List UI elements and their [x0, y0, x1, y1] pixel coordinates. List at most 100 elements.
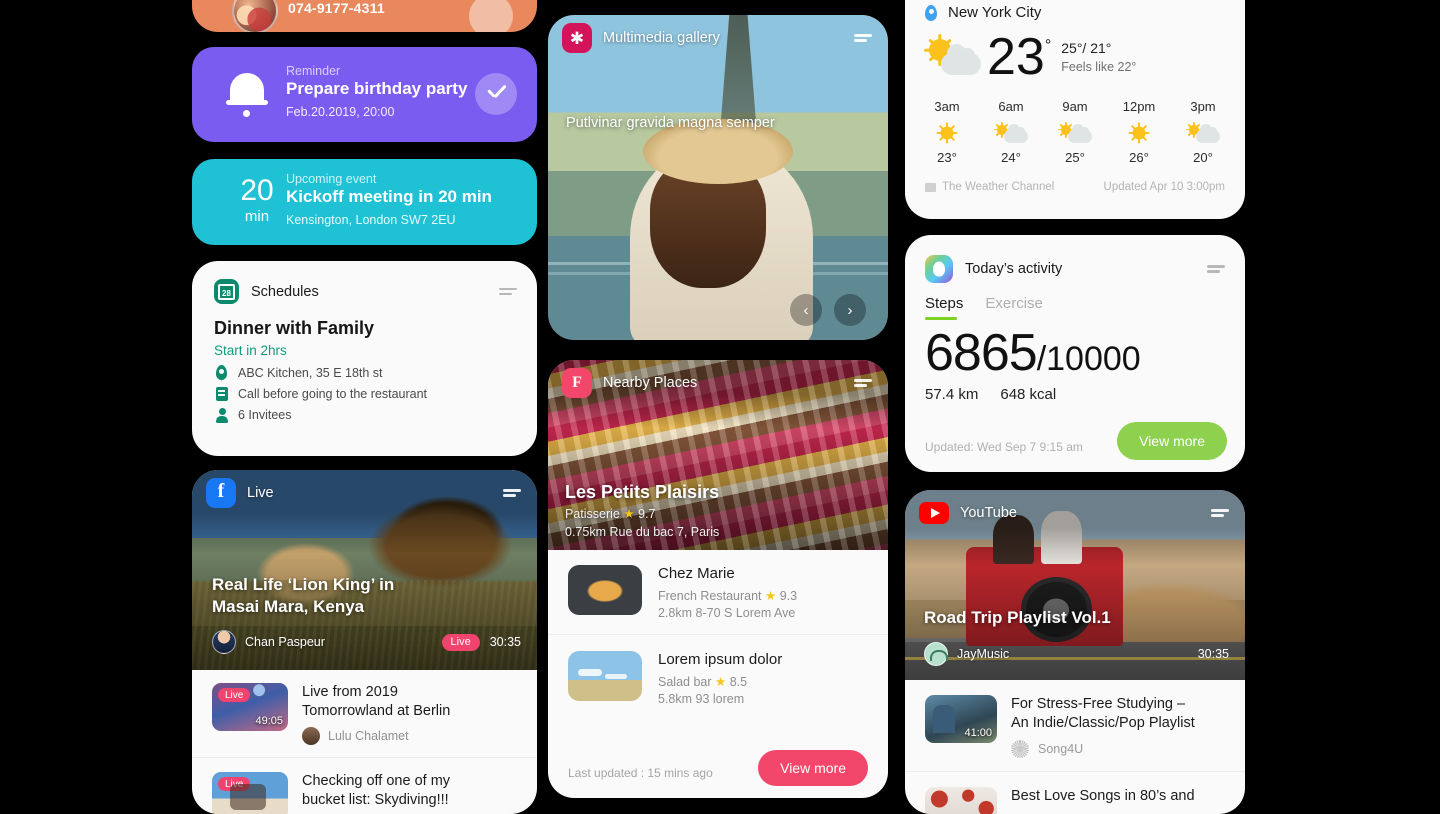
chevron-right-icon[interactable]: › — [834, 294, 866, 326]
video-title-line2: bucket list: Skydiving!!! — [302, 792, 449, 808]
live-app-name: Live — [247, 485, 274, 501]
gallery-app-name: Multimedia gallery — [603, 30, 720, 46]
youtube-hero-title: Road Trip Playlist Vol.1 — [924, 608, 1111, 627]
schedules-card[interactable]: 28 Schedules Dinner with Family Start in… — [192, 261, 537, 456]
weather-card[interactable]: New York City 23 ° 25°/ 21° Feels like 2… — [905, 0, 1245, 219]
live-hero-title-line2: Masai Mara, Kenya — [212, 597, 365, 616]
hour-label: 12pm — [1122, 99, 1156, 114]
live-hero-title-line1: Real Life ‘Lion King’ in — [212, 575, 395, 594]
samsung-health-icon — [925, 255, 953, 283]
avatar — [302, 727, 320, 745]
weather-range: 25°/ 21° Feels like 22° — [1061, 40, 1136, 74]
reminder-kicker: Reminder — [286, 64, 341, 78]
activity-tabs: Steps Exercise — [905, 283, 1245, 320]
place-category-row: Patisserie ★ 9.7 — [565, 506, 655, 521]
list-item[interactable]: 41:00 For Stress-Free Studying – An Indi… — [905, 680, 1245, 758]
activity-footer: Updated: Wed Sep 7 9:15 am View more — [905, 410, 1245, 472]
activity-steps-row: 6865 /10000 — [905, 320, 1245, 382]
chevron-left-icon[interactable]: ‹ — [790, 294, 822, 326]
hour-label: 3pm — [1190, 99, 1216, 114]
more-options-icon[interactable] — [497, 285, 519, 299]
live-badge: Live — [218, 777, 251, 791]
check-icon[interactable] — [475, 73, 517, 115]
avatar — [232, 0, 278, 32]
gallery-caption: Putlvinar gravida magna semper — [566, 115, 775, 131]
schedule-detail-row: 6 Invitees — [192, 401, 537, 423]
schedule-title: Dinner with Family — [214, 318, 375, 338]
live-duration: 30:35 — [489, 635, 521, 649]
youtube-hero-image[interactable]: YouTube Road Trip Playlist Vol.1 JayMusi… — [905, 490, 1245, 680]
more-options-icon[interactable] — [1205, 262, 1227, 276]
contact-action-button[interactable] — [469, 0, 513, 32]
last-updated-label: Last updated : 15 mins ago — [568, 766, 713, 780]
calendar-icon-day: 28 — [222, 288, 231, 298]
more-options-icon[interactable] — [501, 486, 523, 500]
hourly-cell: 3pm 20° — [1171, 99, 1235, 165]
hour-temp: 25° — [1065, 150, 1085, 165]
more-options-icon[interactable] — [852, 31, 874, 45]
schedule-location: ABC Kitchen, 35 E 18th st — [238, 365, 383, 380]
video-thumbnail[interactable]: Live — [212, 772, 288, 814]
schedule-invitees: 6 Invitees — [238, 408, 292, 422]
video-thumbnail[interactable] — [925, 787, 997, 814]
youtube-card[interactable]: YouTube Road Trip Playlist Vol.1 JayMusi… — [905, 490, 1245, 814]
live-hero-image[interactable]: f Live Real Life ‘Lion King’ in Masai Ma… — [192, 470, 537, 670]
nearby-places-card[interactable]: F Nearby Places Les Petits Plaisirs Pati… — [548, 360, 888, 798]
gallery-header: ✱ Multimedia gallery — [548, 15, 888, 61]
sun-behind-cloud-icon — [1043, 118, 1107, 148]
reminder-datetime: Feb.20.2019, 20:00 — [286, 105, 395, 119]
activity-card[interactable]: Today’s activity Steps Exercise 6865 /10… — [905, 235, 1245, 472]
place-thumbnail[interactable] — [568, 651, 642, 701]
youtube-channel: JayMusic — [957, 647, 1010, 661]
place-rating: 9.3 — [779, 589, 798, 603]
event-countdown-unit: min — [244, 208, 270, 225]
video-title-line2: An Indie/Classic/Pop Playlist — [1011, 715, 1195, 731]
place-category: Salad bar — [658, 675, 712, 689]
hourly-cell: 3am 23° — [915, 99, 979, 165]
list-item[interactable]: Live 49:05 Live from 2019 Tomorrowland a… — [192, 670, 537, 745]
view-more-button[interactable]: View more — [758, 750, 868, 786]
nearby-footer: Last updated : 15 mins ago View more — [548, 728, 888, 798]
tab-steps[interactable]: Steps — [925, 295, 963, 320]
place-title: Chez Marie — [658, 565, 735, 582]
place-thumbnail[interactable] — [568, 565, 642, 615]
video-title-line2: Tomorrowland at Berlin — [302, 703, 451, 719]
weather-source-label: The Weather Channel — [942, 181, 1055, 193]
place-title: Lorem ipsum dolor — [658, 651, 783, 668]
steps-count: 6865 — [925, 324, 1038, 382]
weather-feels-like: Feels like 22° — [1061, 60, 1137, 74]
tab-exercise[interactable]: Exercise — [985, 295, 1043, 320]
event-title: Kickoff meeting in 20 min — [286, 187, 492, 206]
more-options-icon[interactable] — [852, 376, 874, 390]
facebook-live-card[interactable]: f Live Real Life ‘Lion King’ in Masai Ma… — [192, 470, 537, 814]
list-item-meta: Lorem ipsum dolor Salad bar ★ 8.5 5.8km … — [658, 651, 782, 706]
video-title-line1: Checking off one of my — [302, 773, 451, 789]
list-item[interactable]: Best Love Songs in 80’s and — [905, 771, 1245, 814]
video-title: Live from 2019 Tomorrowland at Berlin — [302, 683, 450, 721]
view-more-button[interactable]: View more — [1117, 422, 1227, 460]
schedule-detail-row: Call before going to the restaurant — [192, 380, 537, 401]
place-hero-image[interactable]: F Nearby Places Les Petits Plaisirs Pati… — [548, 360, 888, 550]
live-hero-title: Real Life ‘Lion King’ in Masai Mara, Ken… — [212, 574, 394, 618]
channel-avatar — [1011, 740, 1029, 758]
list-item-meta: Checking off one of my bucket list: Skyd… — [302, 772, 450, 810]
multimedia-gallery-card[interactable]: ✱ Multimedia gallery Putlvinar gravida m… — [548, 15, 888, 340]
video-thumbnail[interactable]: Live 49:05 — [212, 683, 288, 731]
schedules-header: 28 Schedules — [192, 261, 537, 304]
video-author-row: Lulu Chalamet — [302, 727, 450, 745]
list-item[interactable]: Chez Marie French Restaurant ★ 9.3 2.8km… — [548, 550, 888, 620]
list-item[interactable]: Lorem ipsum dolor Salad bar ★ 8.5 5.8km … — [548, 634, 888, 706]
schedule-note: Call before going to the restaurant — [238, 387, 428, 401]
more-options-icon[interactable] — [1209, 506, 1231, 520]
foursquare-icon: F — [562, 368, 592, 398]
video-thumbnail[interactable]: 41:00 — [925, 695, 997, 743]
upcoming-event-card[interactable]: 20 min Upcoming event Kickoff meeting in… — [192, 159, 537, 245]
live-badge: Live — [218, 688, 251, 702]
video-author: Lulu Chalamet — [328, 729, 409, 743]
video-duration: 41:00 — [964, 727, 992, 739]
reminder-card[interactable]: Reminder Prepare birthday party Feb.20.2… — [192, 47, 537, 142]
contact-card[interactable]: 074-9177-4311 — [192, 0, 537, 32]
sun-behind-cloud-icon — [979, 118, 1043, 148]
youtube-app-name: YouTube — [960, 505, 1017, 521]
list-item[interactable]: Live Checking off one of my bucket list:… — [192, 757, 537, 814]
